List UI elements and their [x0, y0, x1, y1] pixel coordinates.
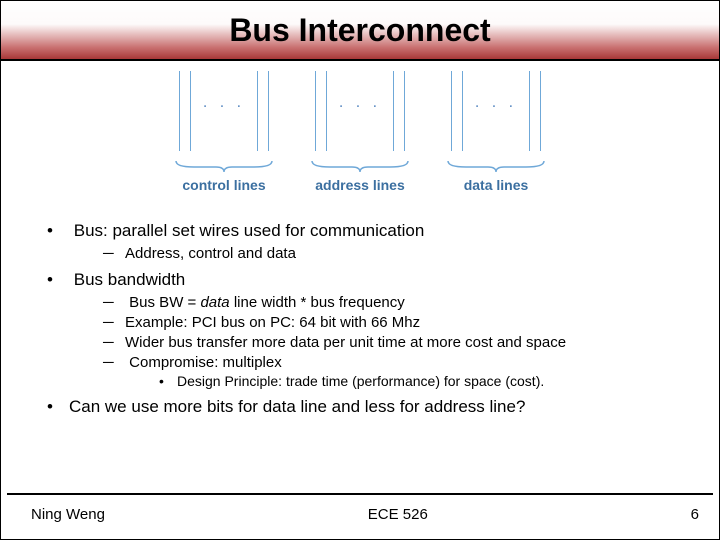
- brace-icon: [174, 159, 274, 173]
- bus-group-address: . . . address lines: [310, 71, 410, 193]
- slide-title: Bus Interconnect: [229, 12, 490, 49]
- bullet-bw-formula: Bus BW = data line width * bus frequency: [103, 294, 685, 311]
- text: line width * bus frequency: [230, 294, 405, 311]
- bullet-bw-example: Example: PCI bus on PC: 64 bit with 66 M…: [103, 314, 685, 331]
- wires-data: . . .: [451, 71, 541, 161]
- bullet-bus-def-sub: Address, control and data: [103, 245, 685, 262]
- footer-author: Ning Weng: [31, 506, 105, 523]
- ellipsis-icon: . . .: [337, 94, 383, 112]
- bus-group-control: . . . control lines: [174, 71, 274, 193]
- wires-address: . . .: [315, 71, 405, 161]
- bullet-bus-bw: Bus bandwidth Bus BW = data line width *…: [47, 270, 685, 389]
- bullet-bus-def: Bus: parallel set wires used for communi…: [47, 221, 685, 262]
- ellipsis-icon: . . .: [201, 94, 247, 112]
- bus-label-address: address lines: [315, 177, 405, 193]
- bus-label-data: data lines: [464, 177, 529, 193]
- bullet-design-principle: Design Principle: trade time (performanc…: [159, 373, 685, 389]
- content: Bus: parallel set wires used for communi…: [1, 215, 719, 493]
- text-italic: data: [200, 294, 229, 311]
- footer-course: ECE 526: [368, 506, 428, 523]
- bullet-bw-wider: Wider bus transfer more data per unit ti…: [103, 334, 685, 351]
- brace-icon: [446, 159, 546, 173]
- text: Bus BW =: [129, 294, 200, 311]
- bus-diagram: . . . control lines . . . address lines: [1, 65, 719, 215]
- title-band: Bus Interconnect: [1, 1, 719, 61]
- text: Bus: parallel set wires used for communi…: [74, 221, 425, 240]
- bullet-question: Can we use more bits for data line and l…: [47, 397, 685, 417]
- bus-group-data: . . . data lines: [446, 71, 546, 193]
- text: Bus bandwidth: [74, 270, 186, 289]
- ellipsis-icon: . . .: [473, 94, 519, 112]
- wires-control: . . .: [179, 71, 269, 161]
- text: Compromise: multiplex: [129, 354, 282, 371]
- footer: Ning Weng ECE 526 6: [7, 493, 713, 533]
- bullet-bw-compromise: Compromise: multiplex Design Principle: …: [103, 354, 685, 389]
- footer-page-number: 6: [691, 506, 699, 523]
- slide: Bus Interconnect . . . control lines . .…: [0, 0, 720, 540]
- brace-icon: [310, 159, 410, 173]
- bus-label-control: control lines: [182, 177, 265, 193]
